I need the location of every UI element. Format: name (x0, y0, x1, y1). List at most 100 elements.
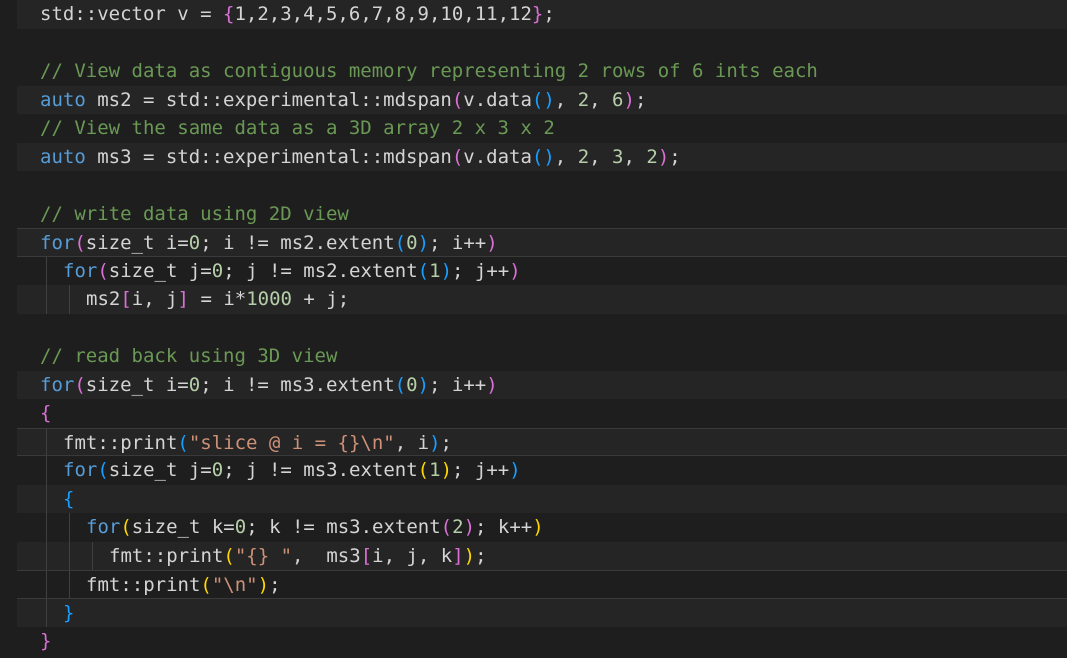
code-token: { (40, 402, 52, 424)
indent-guide (46, 598, 47, 627)
code-token: for (63, 259, 98, 282)
code-line[interactable] (17, 314, 1067, 343)
code-line[interactable]: { (17, 484, 1067, 513)
code-line[interactable]: } (17, 598, 1067, 627)
code-token: for (40, 232, 75, 254)
code-token: { (63, 487, 75, 510)
code-token: { (223, 3, 235, 25)
code-token: ; j++ (452, 459, 510, 481)
code-token: ) (486, 373, 498, 396)
code-token: [ (360, 544, 373, 567)
indent-guide (69, 541, 70, 570)
code-line[interactable]: { (17, 399, 1067, 428)
code-token: ) (657, 145, 670, 168)
code-token: 3 (612, 145, 624, 168)
code-token: for (63, 459, 98, 481)
code-token: ( (223, 544, 235, 567)
code-token: 2 (577, 145, 590, 168)
code-line[interactable] (17, 171, 1067, 200)
code-line[interactable]: auto ms2 = std::experimental::mdspan(v.d… (17, 85, 1067, 114)
code-token: , (554, 145, 578, 168)
code-token: ( (74, 373, 86, 396)
code-token: } (531, 3, 544, 25)
code-line[interactable]: for(size_t j=0; j != ms2.extent(1); j++) (17, 256, 1067, 285)
code-token: "\n" (211, 574, 258, 596)
code-token: ) (463, 516, 476, 538)
code-token: () (531, 145, 555, 168)
code-token: size_t i= (85, 373, 189, 396)
code-line[interactable] (17, 29, 1067, 58)
editor-gutter (0, 0, 17, 658)
code-token: } (63, 601, 75, 624)
code-token: 0 (211, 459, 224, 481)
code-line[interactable]: // read back using 3D view (17, 342, 1067, 371)
code-area[interactable]: std::vector v = {1,2,3,4,5,6,7,8,9,10,11… (17, 0, 1067, 658)
code-token: , ms3 (292, 544, 361, 567)
indent-guide (46, 571, 47, 598)
code-token: ) (440, 259, 453, 282)
code-token: , (623, 145, 647, 168)
code-token: ( (417, 459, 430, 481)
code-token: ( (177, 431, 189, 454)
code-line[interactable]: fmt::print("slice @ i = {}\n", i); (17, 427, 1067, 456)
code-token: ( (74, 232, 86, 254)
code-line[interactable]: for(size_t i=0; i != ms3.extent(0); i++) (17, 370, 1067, 399)
code-token: , (589, 145, 613, 168)
code-line[interactable]: auto ms3 = std::experimental::mdspan(v.d… (17, 142, 1067, 171)
code-token: fmt::print (86, 574, 201, 596)
code-token: std::vector v = (40, 3, 224, 25)
code-token: [ (120, 288, 132, 310)
code-token: v.data (463, 88, 532, 111)
code-token: "slice @ i = {}\n" (188, 431, 395, 454)
code-line[interactable]: // View the same data as a 3D array 2 x … (17, 114, 1067, 143)
code-token: ; k++ (475, 516, 533, 538)
code-token: ( (440, 516, 453, 538)
indent-guide (46, 456, 47, 485)
code-line[interactable]: for(size_t j=0; j != ms3.extent(1); j++) (17, 456, 1067, 485)
code-token: for (40, 373, 75, 396)
code-token: ; (634, 88, 647, 111)
code-line[interactable]: ms2[i, j] = i*1000 + j; (17, 285, 1067, 314)
code-token: 0 (406, 232, 418, 254)
indent-guide (46, 285, 47, 314)
code-token: 1 (429, 459, 441, 481)
indent-guide (46, 428, 47, 455)
code-token: ; (269, 574, 281, 596)
code-line[interactable]: fmt::print("{} ", ms3[i, j, k]); (17, 541, 1067, 570)
code-token: ; (440, 431, 452, 454)
code-token: ) (623, 88, 635, 111)
code-token: ) (417, 373, 430, 396)
code-token: // write data using 2D view (40, 202, 349, 225)
code-token: = i* (189, 288, 247, 310)
code-token: , i (394, 431, 430, 454)
code-token: ( (200, 574, 212, 596)
code-token: // View the same data as a 3D array 2 x … (40, 117, 555, 139)
code-token: for (86, 516, 121, 538)
code-token: ( (451, 145, 464, 168)
code-token: ; (475, 544, 487, 567)
code-line[interactable]: std::vector v = {1,2,3,4,5,6,7,8,9,10,11… (17, 0, 1067, 29)
code-token: ] (177, 288, 189, 310)
code-line[interactable]: fmt::print("\n"); (17, 570, 1067, 599)
indent-guide (92, 541, 93, 570)
code-token: ms2 = std::experimental::mdspan (85, 88, 452, 111)
indent-guide (69, 513, 70, 542)
code-token: () (531, 88, 555, 111)
code-token: ( (394, 373, 407, 396)
code-line[interactable]: } (17, 627, 1067, 656)
code-line[interactable]: for(size_t i=0; i != ms2.extent(0); i++) (17, 228, 1067, 257)
code-line[interactable]: // View data as contiguous memory repres… (17, 57, 1067, 86)
code-token: // read back using 3D view (40, 345, 338, 367)
code-line[interactable]: for(size_t k=0; k != ms3.extent(2); k++) (17, 513, 1067, 542)
code-token: ; i++ (429, 232, 487, 254)
code-token: fmt::print (109, 544, 224, 567)
code-line[interactable]: // write data using 2D view (17, 200, 1067, 229)
code-token: ms3 = std::experimental::mdspan (85, 145, 452, 168)
indent-guide (69, 285, 70, 314)
code-token: ) (463, 544, 476, 567)
code-token: } (40, 630, 52, 652)
code-editor[interactable]: std::vector v = {1,2,3,4,5,6,7,8,9,10,11… (0, 0, 1067, 658)
code-token: v.data (463, 145, 532, 168)
code-token: ) (417, 232, 430, 254)
code-token: // View data as contiguous memory repres… (40, 60, 818, 82)
